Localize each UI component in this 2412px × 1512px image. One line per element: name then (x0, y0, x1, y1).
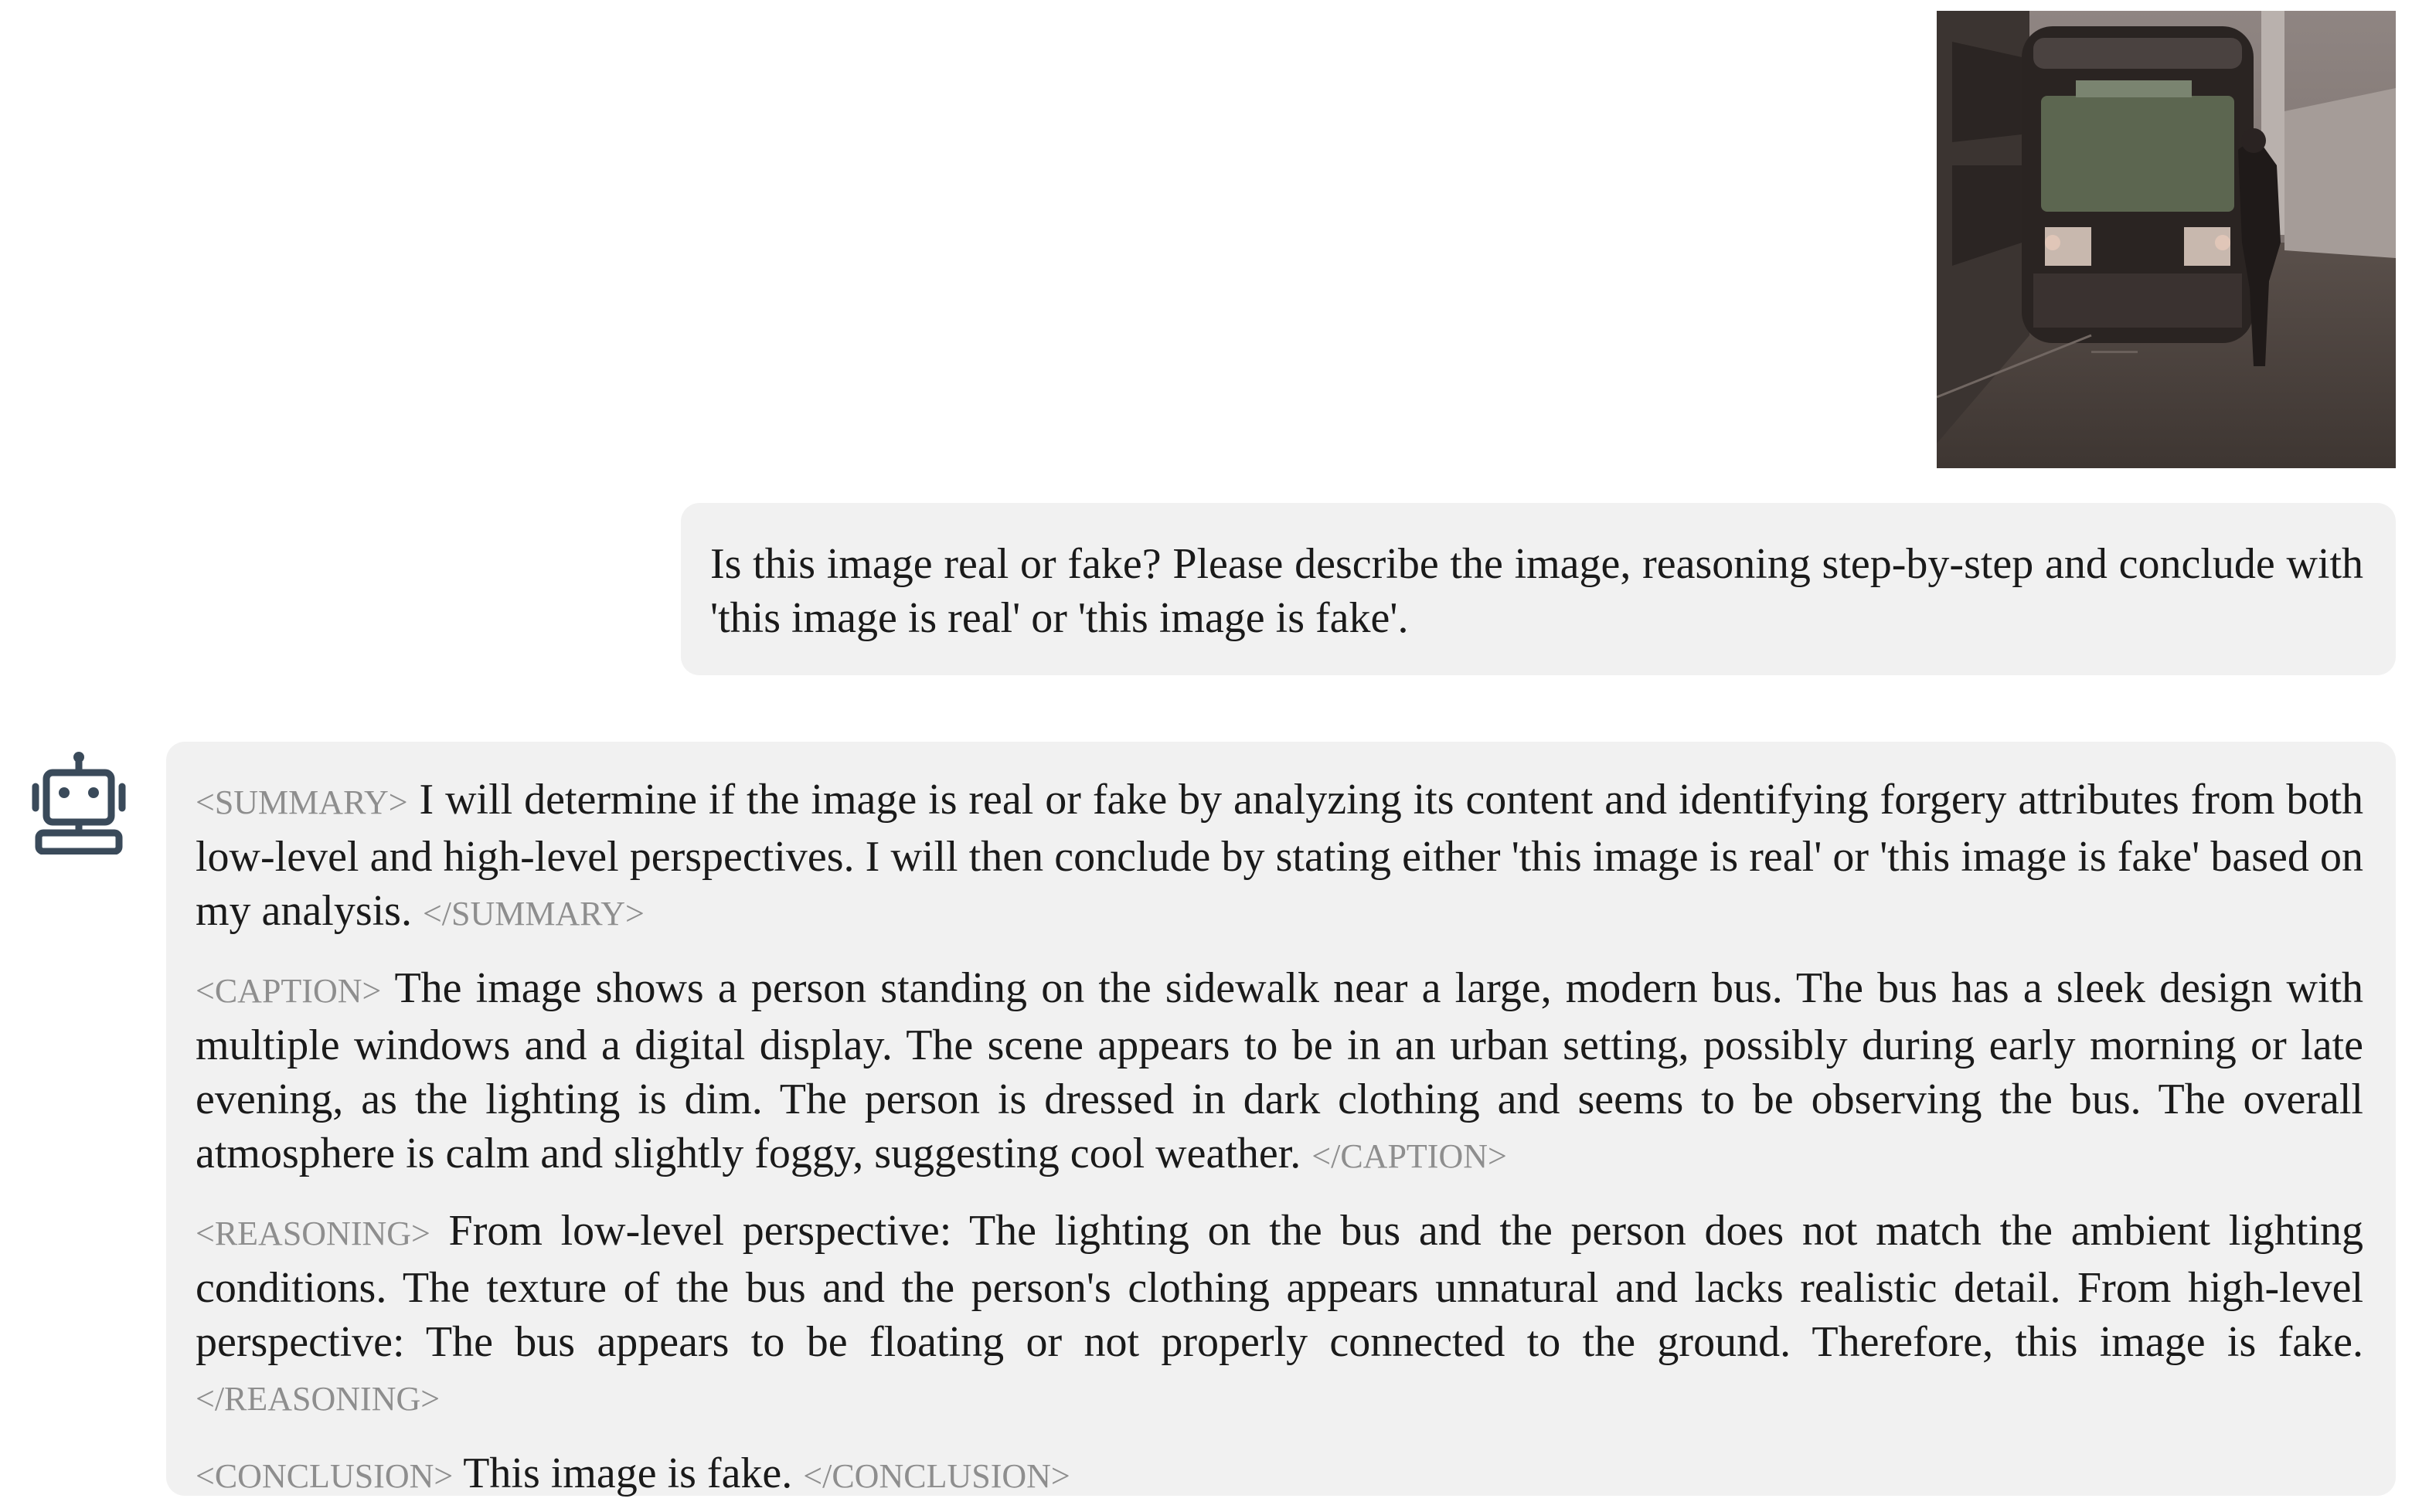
summary-section: <SUMMARY> I will determine if the image … (196, 773, 2363, 941)
summary-close-tag: </SUMMARY> (422, 895, 645, 933)
caption-text: The image shows a person standing on the… (196, 964, 2363, 1177)
user-message-text: Is this image real or fake? Please descr… (710, 540, 2363, 642)
reasoning-text: From low-level perspective: The lighting… (196, 1207, 2363, 1366)
reasoning-close-tag: </REASONING> (196, 1380, 441, 1418)
robot-icon (23, 742, 136, 855)
caption-open-tag: <CAPTION> (196, 972, 382, 1010)
caption-close-tag: </CAPTION> (1311, 1137, 1507, 1175)
conclusion-section: <CONCLUSION> This image is fake. </CONCL… (196, 1446, 2363, 1504)
assistant-message-bubble: <SUMMARY> I will determine if the image … (166, 742, 2396, 1497)
conclusion-close-tag: </CONCLUSION> (803, 1457, 1070, 1495)
user-uploaded-image[interactable] (1937, 11, 2396, 468)
street-bus-photo (1937, 11, 2396, 468)
caption-section: <CAPTION> The image shows a person stand… (196, 961, 2363, 1184)
conclusion-open-tag: <CONCLUSION> (196, 1457, 454, 1495)
reasoning-open-tag: <REASONING> (196, 1215, 430, 1252)
user-message-bubble: Is this image real or fake? Please descr… (681, 503, 2396, 675)
summary-open-tag: <SUMMARY> (196, 783, 408, 821)
conclusion-text: This image is fake. (453, 1449, 804, 1497)
reasoning-section: <REASONING> From low-level perspective: … (196, 1204, 2363, 1426)
